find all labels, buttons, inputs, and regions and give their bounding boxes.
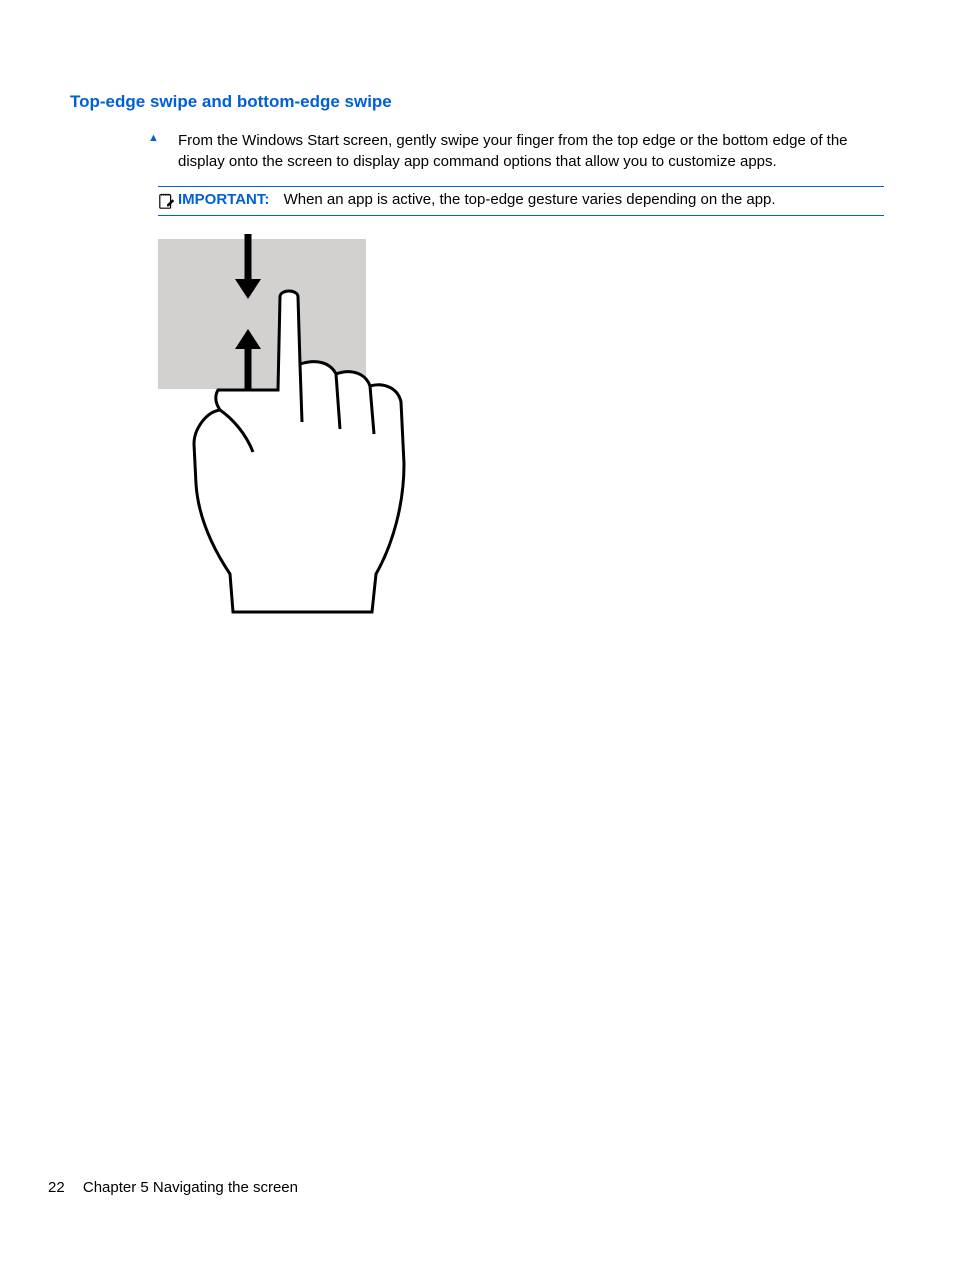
important-note: IMPORTANT: When an app is active, the to… xyxy=(158,186,884,216)
instruction-block: ▲ From the Windows Start screen, gently … xyxy=(148,130,884,172)
instruction-text: From the Windows Start screen, gently sw… xyxy=(178,130,884,172)
note-label: IMPORTANT: xyxy=(178,191,269,208)
section-heading: Top-edge swipe and bottom-edge swipe xyxy=(70,92,884,112)
bullet-triangle-icon: ▲ xyxy=(148,132,159,144)
note-content: IMPORTANT: When an app is active, the to… xyxy=(178,191,776,208)
note-pencil-icon xyxy=(158,192,176,210)
page-footer: 22 Chapter 5 Navigating the screen xyxy=(48,1179,298,1196)
page-number: 22 xyxy=(48,1179,65,1196)
chapter-label: Chapter 5 Navigating the screen xyxy=(83,1179,298,1196)
note-text: When an app is active, the top-edge gest… xyxy=(284,191,776,208)
swipe-gesture-illustration xyxy=(158,234,884,618)
